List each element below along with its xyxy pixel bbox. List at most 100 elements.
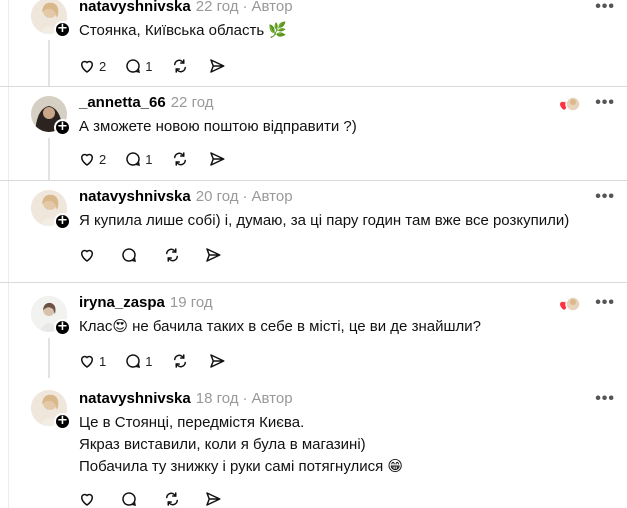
repost-button[interactable] xyxy=(170,352,190,370)
avatar[interactable]: + xyxy=(31,96,71,136)
comment-text: Я купила лише собі) і, думаю, за ці пару… xyxy=(79,212,570,229)
comment: + natavyshnivska 20 год · Автор ••• Я купил… xyxy=(0,180,627,282)
username[interactable]: _annetta_66 xyxy=(79,94,166,111)
reply-button[interactable]: 1 xyxy=(124,57,152,75)
comment-text: Це в Стоянці, передмістя Києва. Якраз ви… xyxy=(79,412,619,478)
separator: · xyxy=(242,188,248,205)
share-button[interactable] xyxy=(208,352,226,370)
username[interactable]: natavyshnivska xyxy=(79,390,191,407)
comment-text: Клас😍 не бачила таких в себе в місті, це… xyxy=(79,318,481,335)
like-button[interactable] xyxy=(78,246,96,264)
more-options-icon[interactable]: ••• xyxy=(595,390,615,408)
thread-line xyxy=(48,138,50,180)
username[interactable]: iryna_zaspa xyxy=(79,294,165,311)
like-button[interactable] xyxy=(78,490,96,508)
repost-button[interactable] xyxy=(162,490,182,508)
comment-header: _annetta_66 22 год xyxy=(79,94,213,112)
action-bar xyxy=(78,244,240,266)
avatar[interactable]: + xyxy=(31,296,71,336)
reply-button[interactable] xyxy=(120,246,138,264)
author-badge: Автор xyxy=(251,390,293,407)
timestamp: 22 год xyxy=(195,0,239,15)
repost-icon xyxy=(166,248,178,262)
timestamp: 20 год xyxy=(195,188,239,205)
comment-text-line: Побачила ту знижку і руки самі потягнули… xyxy=(79,458,404,475)
repost-icon xyxy=(174,152,187,166)
comment-icon xyxy=(126,354,141,368)
heart-icon xyxy=(80,153,94,166)
heart-icon xyxy=(80,355,94,368)
comment: + iryna_zaspa 19 год ••• Клас😍 не бачила … xyxy=(0,282,627,380)
timestamp: 22 год xyxy=(170,94,214,111)
separator: · xyxy=(242,0,248,15)
action-bar: 1 1 xyxy=(78,350,244,372)
repost-button[interactable] xyxy=(162,246,182,264)
username[interactable]: natavyshnivska xyxy=(79,0,191,15)
follow-plus-icon[interactable]: + xyxy=(54,319,71,336)
follow-plus-icon[interactable]: + xyxy=(54,213,71,230)
reply-button[interactable] xyxy=(120,490,138,508)
timestamp: 18 год xyxy=(195,390,239,407)
comment-text-line: Це в Стоянці, передмістя Києва. xyxy=(79,414,305,431)
comment: + _annetta_66 22 год ••• А зможете новою … xyxy=(0,86,627,182)
comment-header: natavyshnivska 18 год · Автор xyxy=(79,390,293,408)
share-button[interactable] xyxy=(204,246,222,264)
reply-button[interactable]: 1 xyxy=(124,352,152,370)
send-icon xyxy=(210,354,225,368)
follow-plus-icon[interactable]: + xyxy=(54,21,71,38)
more-options-icon[interactable]: ••• xyxy=(595,0,615,16)
like-button[interactable]: 1 xyxy=(78,352,106,370)
follow-plus-icon[interactable]: + xyxy=(54,119,71,136)
comment: + natavyshnivska 18 год · Автор ••• Це в Ст… xyxy=(0,380,627,508)
avatar[interactable]: + xyxy=(31,0,71,38)
author-liked-icon xyxy=(559,96,581,112)
avatar[interactable]: + xyxy=(31,390,71,430)
share-button[interactable] xyxy=(208,57,226,75)
comment-icon xyxy=(122,248,136,262)
heart-icon xyxy=(80,249,94,262)
like-button[interactable]: 2 xyxy=(78,150,106,168)
comment-text-line: Якраз виставили, коли я була в магазині) xyxy=(79,436,366,453)
action-bar: 2 1 xyxy=(78,55,244,77)
comment: + natavyshnivska 22 год · Автор ••• Стоянка… xyxy=(0,0,627,88)
like-count: 2 xyxy=(99,151,107,167)
repost-button[interactable] xyxy=(170,57,190,75)
follow-plus-icon[interactable]: + xyxy=(54,413,71,430)
send-icon xyxy=(210,152,225,166)
send-icon xyxy=(206,248,221,262)
comment-icon xyxy=(122,492,136,506)
avatar[interactable]: + xyxy=(31,190,71,230)
heart-icon xyxy=(80,60,94,73)
reply-button[interactable]: 1 xyxy=(124,150,152,168)
like-count: 2 xyxy=(99,58,107,74)
more-options-icon[interactable]: ••• xyxy=(595,94,615,112)
more-options-icon[interactable]: ••• xyxy=(595,188,615,206)
reply-count: 1 xyxy=(145,353,153,369)
comment-text: Стоянка, Київська область 🌿 xyxy=(79,22,288,39)
comment-icon xyxy=(126,152,141,166)
thread-line xyxy=(48,40,50,86)
separator: · xyxy=(242,390,248,407)
comment-icon xyxy=(126,59,141,73)
like-button[interactable]: 2 xyxy=(78,57,106,75)
comment-text: А зможете новою поштою відправити ?) xyxy=(79,118,357,135)
share-button[interactable] xyxy=(204,490,222,508)
author-badge: Автор xyxy=(251,188,293,205)
send-icon xyxy=(210,59,225,73)
action-bar xyxy=(78,488,240,508)
send-icon xyxy=(206,492,221,506)
share-button[interactable] xyxy=(208,150,226,168)
reply-count: 1 xyxy=(145,151,153,167)
comment-header: natavyshnivska 22 год · Автор xyxy=(79,0,293,16)
username[interactable]: natavyshnivska xyxy=(79,188,191,205)
action-bar: 2 1 xyxy=(78,148,244,170)
repost-icon xyxy=(166,492,178,506)
repost-icon xyxy=(174,354,187,368)
repost-button[interactable] xyxy=(170,150,190,168)
heart-icon xyxy=(80,493,94,506)
timestamp: 19 год xyxy=(169,294,213,311)
thread-line xyxy=(48,338,50,378)
comment-header: natavyshnivska 20 год · Автор xyxy=(79,188,293,206)
more-options-icon[interactable]: ••• xyxy=(595,294,615,312)
reply-count: 1 xyxy=(145,58,153,74)
